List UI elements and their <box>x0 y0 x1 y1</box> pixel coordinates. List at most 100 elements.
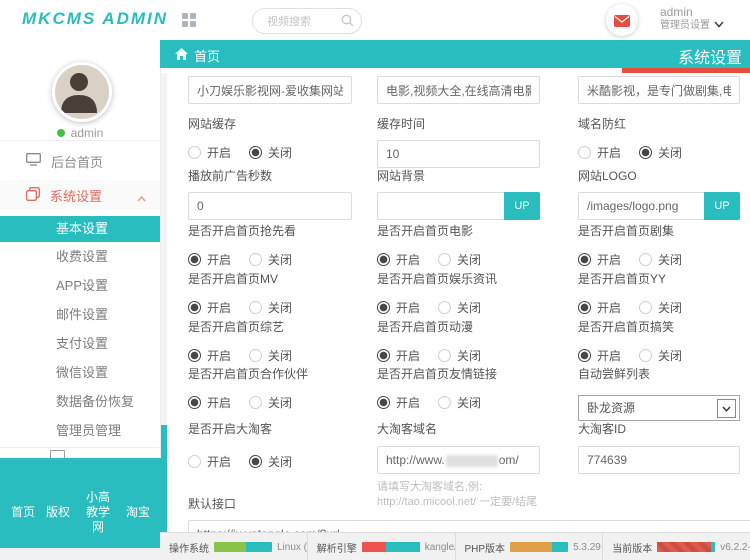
content-scrollbar[interactable] <box>160 73 167 532</box>
field-toggle-anime: 是否开启首页动漫 开启 关闭 <box>377 318 540 363</box>
radio-on[interactable]: 开启 <box>377 299 420 316</box>
radio-off[interactable]: 关闭 <box>249 453 292 470</box>
sidebar-item-system-settings[interactable]: 系统设置 <box>0 180 160 210</box>
ad-seconds-input[interactable] <box>188 192 352 220</box>
copy-icon <box>26 187 40 204</box>
radio-on[interactable]: 开启 <box>578 347 621 364</box>
radio-off[interactable]: 关闭 <box>249 299 292 316</box>
sidebar-item-dashboard[interactable]: 后台首页 <box>0 146 160 176</box>
sidebar-username: admin <box>71 126 104 140</box>
radio-on[interactable]: 开启 <box>377 394 420 411</box>
field-label: 域名防红 <box>578 115 740 132</box>
radio-on[interactable]: 开启 <box>188 453 231 470</box>
field-toggle-variety: 是否开启首页综艺 开启 关闭 <box>188 318 352 363</box>
submenu-item-app-settings[interactable]: APP设置 <box>0 271 160 300</box>
messages-button[interactable] <box>606 4 638 36</box>
field-ad-seconds: 播放前广告秒数 <box>188 167 352 220</box>
status-php: PHP版本 5.3.29 <box>455 533 603 560</box>
radio-off[interactable]: 关闭 <box>438 251 481 268</box>
radio-on[interactable]: 开启 <box>188 251 231 268</box>
field-auto-fresh-list: 自动尝鲜列表 卧龙资源 <box>578 365 740 421</box>
field-label: 缓存时间 <box>377 115 540 132</box>
radio-off[interactable]: 关闭 <box>639 347 682 364</box>
radio-off[interactable]: 关闭 <box>249 394 292 411</box>
radio-off[interactable]: 关闭 <box>249 251 292 268</box>
radio-on[interactable]: 开启 <box>188 394 231 411</box>
footer-link-copyright[interactable]: 版权 <box>46 505 70 520</box>
radio-on[interactable]: 开启 <box>578 251 621 268</box>
breadcrumb[interactable]: 首页 <box>175 46 220 65</box>
radio-on[interactable]: 开启 <box>578 299 621 316</box>
apps-grid-icon[interactable] <box>182 13 196 27</box>
select-arrow-icon <box>717 399 736 418</box>
field-toggle-partners: 是否开启首页合作伙伴 开启 关闭 <box>188 365 352 410</box>
avatar[interactable] <box>52 62 112 122</box>
radio-off[interactable]: 关闭 <box>249 347 292 364</box>
radio-off[interactable]: 关闭 <box>438 347 481 364</box>
field-toggle-sneak-peek: 是否开启首页抢先看 开启 关闭 <box>188 222 352 267</box>
search-input[interactable] <box>265 12 341 31</box>
admin-app: MKCMS ADMIN admin 管理员设置 首页 系统设 <box>0 0 750 560</box>
submenu-item-admin-manage[interactable]: 管理员管理 <box>0 416 160 445</box>
upload-background-button[interactable]: UP <box>504 192 540 220</box>
field-label: 播放前广告秒数 <box>188 167 352 184</box>
seo-keywords-input[interactable] <box>377 76 540 104</box>
footer-link-xiaogao[interactable]: 小高教学网 <box>81 490 115 535</box>
radio-off[interactable]: 关闭 <box>639 299 682 316</box>
censored-text <box>446 455 498 467</box>
sidebar-footer: 首页 版权 小高教学网 淘宝 <box>0 458 161 548</box>
search-icon[interactable] <box>341 14 354 32</box>
auto-fresh-select[interactable]: 卧龙资源 <box>578 395 740 421</box>
sidebar-item-label: 后台首页 <box>51 152 103 171</box>
page-header-bar: 首页 系统设置 <box>160 40 750 68</box>
submenu-item-wechat-settings[interactable]: 微信设置 <box>0 358 160 387</box>
radio-on[interactable]: 开启 <box>188 347 231 364</box>
top-header: MKCMS ADMIN admin 管理员设置 <box>0 0 750 40</box>
field-toggle-funny: 是否开启首页搞笑 开启 关闭 <box>578 318 740 363</box>
page-title: 系统设置 <box>678 44 742 68</box>
field-label: 网站缓存 <box>188 115 352 132</box>
default-api-input[interactable] <box>188 520 750 532</box>
field-default-api: 默认接口 <box>188 495 750 532</box>
footer-link-taobao[interactable]: 淘宝 <box>126 505 150 520</box>
user-menu[interactable]: admin 管理员设置 <box>660 6 710 32</box>
cache-time-input[interactable] <box>377 140 540 168</box>
chevron-up-icon <box>137 190 146 205</box>
radio-on[interactable]: 开启 <box>377 251 420 268</box>
divider <box>0 140 160 141</box>
dataoke-id-input[interactable] <box>578 446 740 474</box>
field-site-cache: 网站缓存 开启 关闭 <box>188 115 352 160</box>
upload-logo-button[interactable]: UP <box>704 192 740 220</box>
user-role: 管理员设置 <box>660 19 710 32</box>
breadcrumb-home-label: 首页 <box>194 46 220 65</box>
submenu-item-pay-settings[interactable]: 支付设置 <box>0 329 160 358</box>
server-status-bar: 操作系统 Linux (2.6.32- 解析引擎 kangle/sakura P… <box>160 532 750 560</box>
radio-on[interactable]: 开启 <box>578 144 621 161</box>
field-site-logo: 网站LOGO UP <box>578 167 740 220</box>
field-toggle-friend-links: 是否开启首页友情链接 开启 关闭 <box>377 365 540 410</box>
submenu-item-backup-restore[interactable]: 数据备份恢复 <box>0 387 160 416</box>
scrollbar-thumb[interactable] <box>160 425 167 532</box>
dataoke-domain-input[interactable]: http://www.om/ <box>377 446 540 474</box>
submenu-item-basic-settings[interactable]: 基本设置 <box>0 216 160 242</box>
radio-on[interactable]: 开启 <box>188 144 231 161</box>
envelope-icon <box>614 14 630 32</box>
radio-off[interactable]: 关闭 <box>438 394 481 411</box>
chevron-down-icon[interactable] <box>714 15 724 33</box>
user-name: admin <box>660 6 710 19</box>
seo-description-input[interactable] <box>578 76 740 104</box>
field-domain-antired: 域名防红 开启 关闭 <box>578 115 740 160</box>
submenu-item-fee-settings[interactable]: 收费设置 <box>0 242 160 271</box>
radio-off[interactable]: 关闭 <box>639 251 682 268</box>
field-toggle-series: 是否开启首页剧集 开启 关闭 <box>578 222 740 267</box>
radio-on[interactable]: 开启 <box>377 347 420 364</box>
radio-off[interactable]: 关闭 <box>639 144 682 161</box>
radio-on[interactable]: 开启 <box>188 299 231 316</box>
submenu-item-mail-settings[interactable]: 邮件设置 <box>0 300 160 329</box>
footer-link-home[interactable]: 首页 <box>11 505 35 520</box>
seo-title-input[interactable] <box>188 76 352 104</box>
os-progress-bar <box>214 542 272 552</box>
radio-off[interactable]: 关闭 <box>249 144 292 161</box>
radio-off[interactable]: 关闭 <box>438 299 481 316</box>
engine-progress-bar <box>362 542 420 552</box>
